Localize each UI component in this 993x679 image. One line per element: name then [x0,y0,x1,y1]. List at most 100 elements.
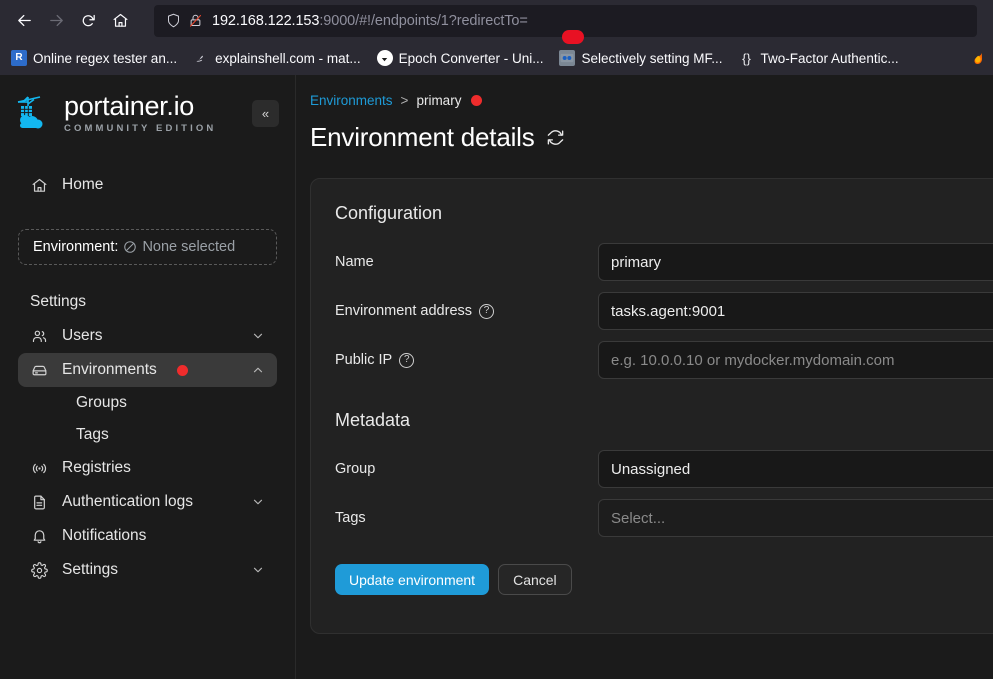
public-ip-input[interactable]: e.g. 10.0.0.10 or mydocker.mydomain.com [598,341,993,379]
form-row-public-ip: Public IP ? e.g. 10.0.0.10 or mydocker.m… [335,340,993,380]
mfa-icon [559,50,576,66]
chevron-down-icon[interactable] [251,329,265,343]
form-row-tags: Tags Select... [335,498,993,538]
chevron-up-icon[interactable] [251,363,265,377]
home-icon[interactable] [104,5,136,37]
form-row-name: Name primary [335,242,993,282]
breadcrumb-current: primary [416,93,462,108]
update-environment-button[interactable]: Update environment [335,564,490,595]
form-label-group: Group [335,461,598,477]
sidebar-subitem-tags[interactable]: Tags [18,419,277,451]
help-icon[interactable]: ? [399,352,415,368]
form-actions: Update environment Cancel [335,564,993,595]
document-icon [30,493,48,511]
environment-selector[interactable]: Environment: None selected [18,229,277,265]
firefox-icon[interactable] [967,49,989,67]
bookmark-item[interactable]: {} Two-Factor Authentic... [732,47,906,69]
status-badge [176,364,188,376]
bookmark-label: Selectively setting MF... [581,50,723,66]
page-title-row: Environment details [296,108,993,153]
forward-arrow-icon[interactable] [40,5,72,37]
sidebar-item-label: Authentication logs [62,493,193,510]
environments-icon [30,361,48,379]
sidebar-item-home[interactable]: Home [18,167,277,203]
gear-icon [30,561,48,579]
name-input[interactable]: primary [598,243,993,281]
sidebar-subitem-label: Tags [76,426,109,443]
sidebar-item-settings[interactable]: Settings [18,553,277,587]
environment-selector-label: Environment: [33,239,119,255]
users-icon [30,327,48,345]
bookmark-item[interactable]: explainshell.com - mat... [186,47,368,69]
sidebar-item-label: Users [62,327,103,344]
browser-nav-bar: 192.168.122.153:9000/#!/endpoints/1?redi… [0,0,993,41]
breadcrumb-link-environments[interactable]: Environments [310,93,393,108]
shell-icon [193,50,209,66]
portainer-app: portainer.io COMMUNITY EDITION « Home En… [0,75,993,679]
help-icon[interactable]: ? [479,303,495,319]
group-select[interactable]: Unassigned [598,450,993,488]
breadcrumb-separator: > [400,93,409,108]
chevron-down-icon[interactable] [251,495,265,509]
bookmark-item[interactable]: Selectively setting MF... [552,47,729,69]
sidebar-item-label: Settings [62,561,119,578]
back-arrow-icon[interactable] [8,5,40,37]
sidebar-item-users[interactable]: Users [18,319,277,353]
form-row-environment-address: Environment address ? tasks.agent:9001 [335,291,993,331]
metadata-heading: Metadata [335,410,411,430]
sidebar-item-authentication-logs[interactable]: Authentication logs [18,485,277,519]
url-text: 192.168.122.153:9000/#!/endpoints/1?redi… [212,13,528,29]
bookmark-label: Online regex tester an... [33,50,178,66]
sidebar-item-label: Notifications [62,527,147,544]
sidebar-item-notifications[interactable]: Notifications [18,519,277,553]
bell-icon [30,527,48,545]
sidebar-item-label: Registries [62,459,131,476]
portainer-crane-logo-icon [16,93,56,133]
sidebar-section-settings: Settings [30,293,87,310]
cursor-highlight [562,30,584,44]
bookmark-item[interactable]: R Online regex tester an... [4,47,184,69]
bookmark-label: Two-Factor Authentic... [760,50,899,66]
form-row-group: Group Unassigned [335,449,993,489]
sidebar-subitem-label: Groups [76,394,127,411]
reload-icon[interactable] [72,5,104,37]
sidebar-logo[interactable]: portainer.io COMMUNITY EDITION « [0,75,295,147]
breadcrumb: Environments > primary [296,75,993,108]
registries-icon [30,459,48,477]
sidebar-collapse-button[interactable]: « [252,99,279,127]
shield-icon[interactable] [162,10,184,32]
logo-subtitle: COMMUNITY EDITION [64,122,217,134]
cancel-button[interactable]: Cancel [498,564,572,595]
clock-icon [376,50,393,66]
bookmark-label: Epoch Converter - Uni... [398,50,544,66]
sidebar-subitem-groups[interactable]: Groups [18,387,277,419]
bookmark-label: explainshell.com - mat... [215,50,361,66]
lock-slash-icon[interactable] [184,10,206,32]
sidebar-item-environments[interactable]: Environments [18,353,277,387]
label-text: Public IP [335,352,393,368]
environment-details-panel: Configuration Name primary Environment a… [310,178,993,634]
tags-select[interactable]: Select... [598,499,993,537]
status-badge [471,95,483,106]
form-label-name: Name [335,254,598,270]
refresh-icon[interactable] [546,128,565,147]
label-text: Tags [335,510,366,526]
label-text: Group [335,461,376,477]
bookmark-item[interactable]: Epoch Converter - Uni... [370,47,551,69]
form-label-public-ip: Public IP ? [335,352,598,368]
chevron-down-icon[interactable] [251,563,265,577]
form-label-tags: Tags [335,510,598,526]
sidebar-item-registries[interactable]: Registries [18,451,277,485]
form-label-environment-address: Environment address ? [335,303,598,319]
environment-selector-value: None selected [142,239,236,255]
url-path: :9000/#!/endpoints/1?redirectTo= [319,12,528,29]
main-content: Environments > primary Environment detai… [296,75,993,679]
environment-address-input[interactable]: tasks.agent:9001 [598,292,993,330]
home-icon [30,176,48,194]
url-host: 192.168.122.153 [212,12,320,29]
no-selection-icon [123,240,137,254]
browser-chrome: 192.168.122.153:9000/#!/endpoints/1?redi… [0,0,993,75]
sidebar-item-label: Home [62,176,104,193]
label-text: Environment address [335,303,473,319]
logo-title: portainer.io [64,90,194,121]
